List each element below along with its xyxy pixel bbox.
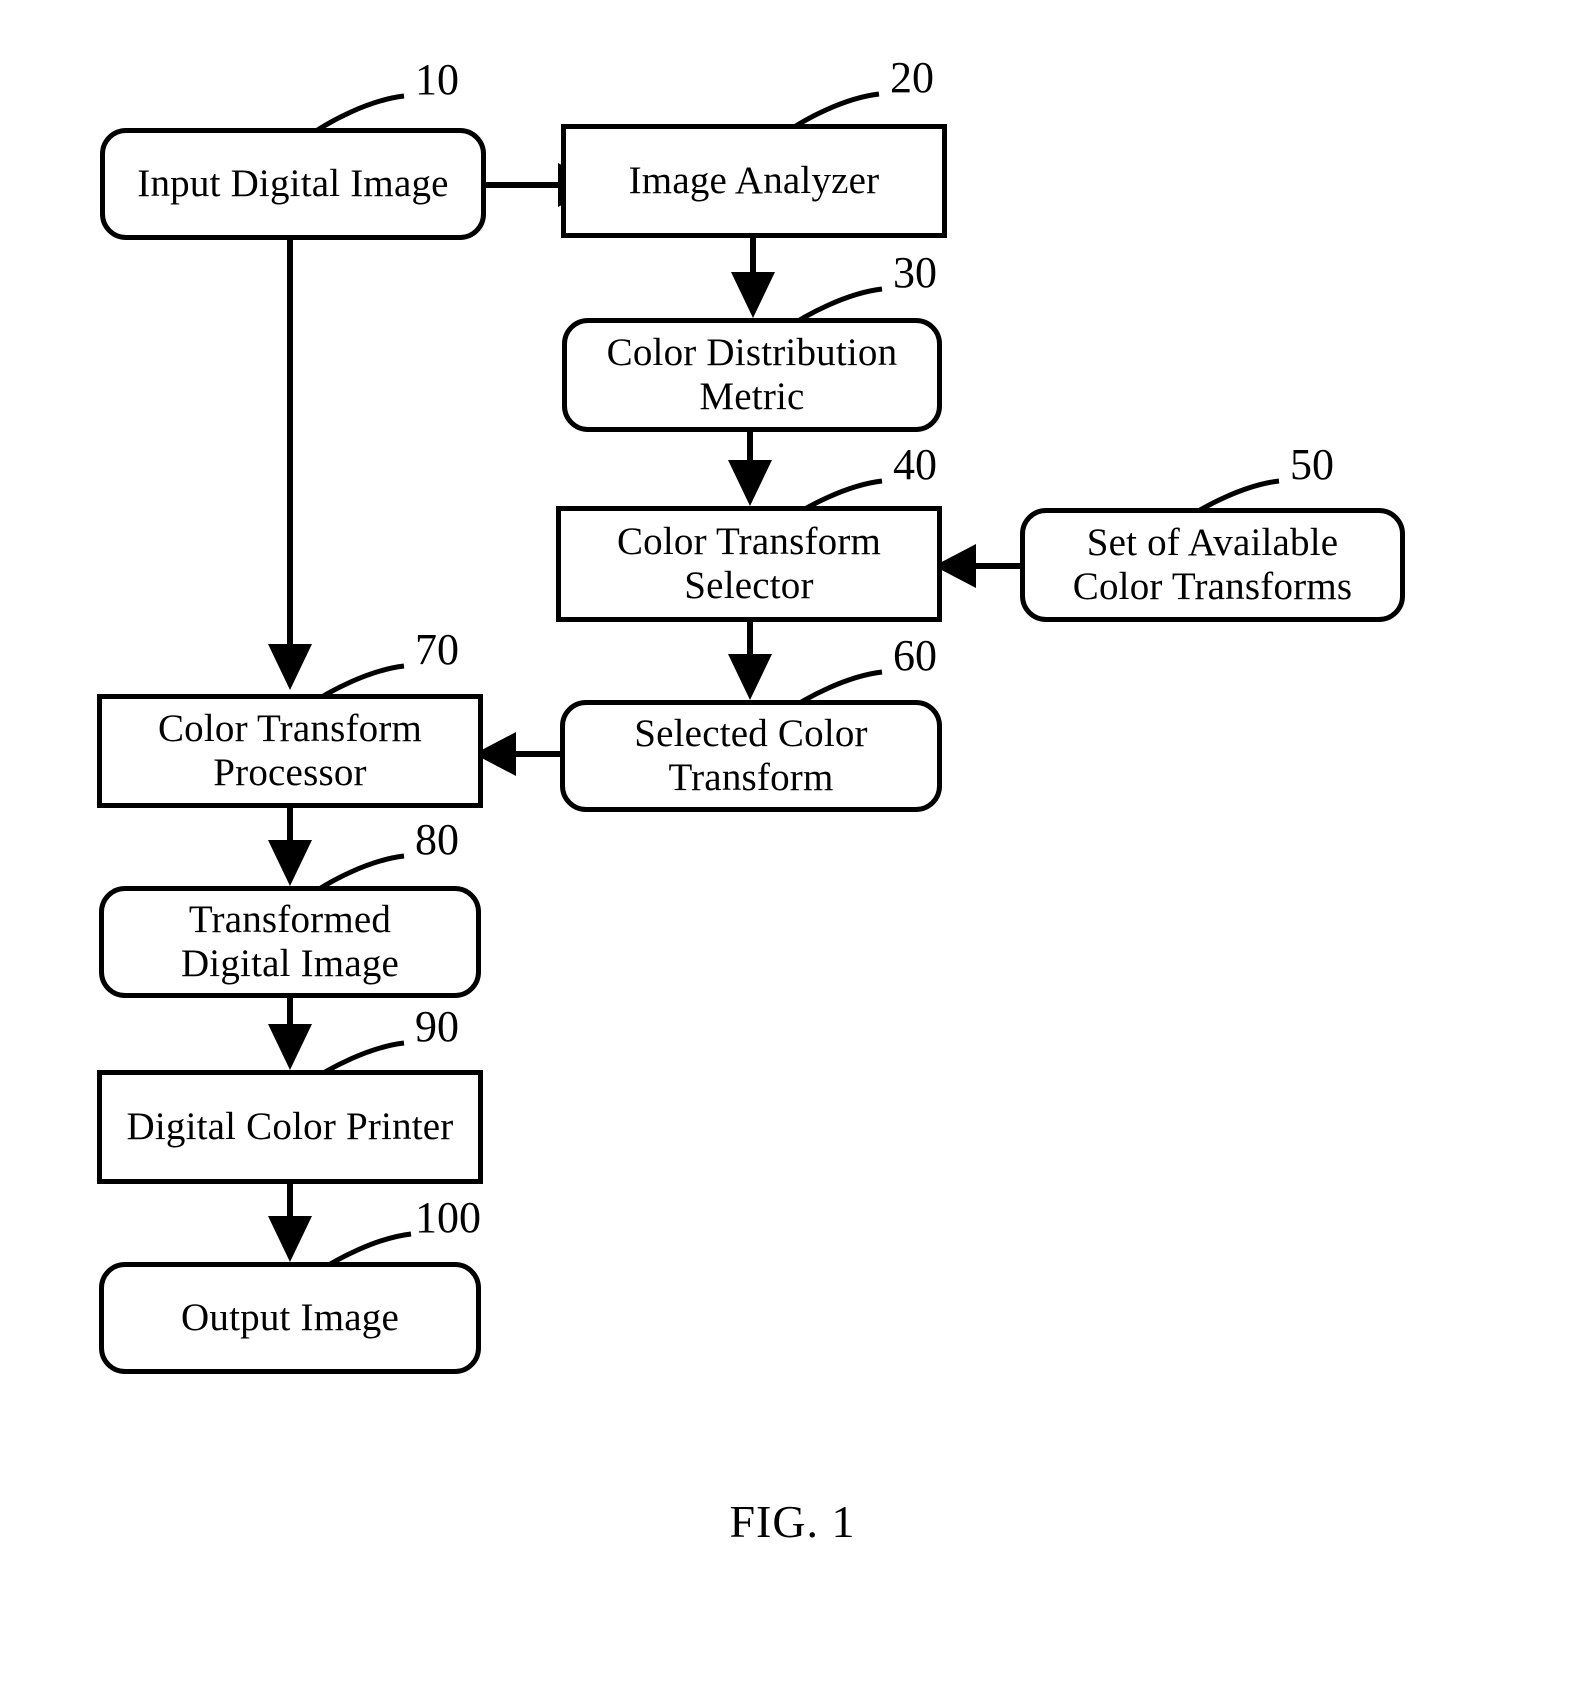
node-output-image[interactable]: Output Image [99, 1262, 481, 1374]
node-label-set-of-available-color-transforms: Set of Available Color Transforms [1072, 521, 1353, 608]
node-label-transformed-digital-image: Transformed Digital Image [180, 898, 400, 985]
node-set-of-available-color-transforms[interactable]: Set of Available Color Transforms [1020, 508, 1405, 622]
node-color-transform-processor[interactable]: Color Transform Processor [97, 694, 483, 808]
connector-available-transforms-to-color-transform-selector [934, 544, 1020, 588]
ref-numeral-80: 80 [415, 815, 459, 864]
node-color-distribution-metric[interactable]: Color Distribution Metric [562, 318, 942, 432]
connector-digital-color-printer-to-output-image [268, 1184, 312, 1262]
node-label-digital-color-printer: Digital Color Printer [126, 1105, 454, 1149]
connector-transformed-image-to-digital-color-printer [268, 998, 312, 1070]
node-label-color-distribution-metric: Color Distribution Metric [606, 331, 898, 418]
ref-numeral-10: 10 [415, 55, 459, 104]
ref-numeral-100: 100 [415, 1193, 481, 1242]
node-selected-color-transform[interactable]: Selected Color Transform [560, 700, 942, 812]
node-digital-color-printer[interactable]: Digital Color Printer [97, 1070, 483, 1184]
connector-layer [268, 91, 1280, 1280]
connector-color-transform-processor-to-transformed-image [268, 808, 312, 886]
node-label-color-transform-selector: Color Transform Selector [616, 520, 882, 607]
node-label-selected-color-transform: Selected Color Transform [634, 712, 868, 799]
node-label-input-digital-image: Input Digital Image [137, 162, 449, 206]
ref-numeral-50: 50 [1290, 440, 1334, 489]
ref-numeral-40: 40 [893, 440, 937, 489]
node-image-analyzer[interactable]: Image Analyzer [561, 124, 947, 238]
ref-numeral-70: 70 [415, 625, 459, 674]
connector-color-distribution-metric-to-color-transform-selector [728, 432, 772, 506]
figure-canvas: Input Digital Image 10 Image Analyzer 20… [0, 0, 1585, 1700]
connector-image-analyzer-to-color-distribution-metric [731, 238, 775, 318]
node-label-color-transform-processor: Color Transform Processor [157, 707, 423, 794]
node-label-image-analyzer: Image Analyzer [628, 159, 880, 203]
ref-numeral-20: 20 [890, 53, 934, 102]
connector-selected-color-transform-to-color-transform-processor [474, 732, 560, 776]
ref-numeral-90: 90 [415, 1002, 459, 1051]
figure-caption: FIG. 1 [729, 1496, 856, 1547]
connector-input-image-to-color-transform-processor [268, 240, 312, 690]
node-color-transform-selector[interactable]: Color Transform Selector [556, 506, 942, 622]
connector-color-transform-selector-to-selected-color-transform [728, 622, 772, 700]
node-transformed-digital-image[interactable]: Transformed Digital Image [99, 886, 481, 998]
node-input-digital-image[interactable]: Input Digital Image [100, 128, 486, 240]
ref-numeral-60: 60 [893, 631, 937, 680]
ref-numeral-30: 30 [893, 248, 937, 297]
node-label-output-image: Output Image [181, 1296, 399, 1340]
